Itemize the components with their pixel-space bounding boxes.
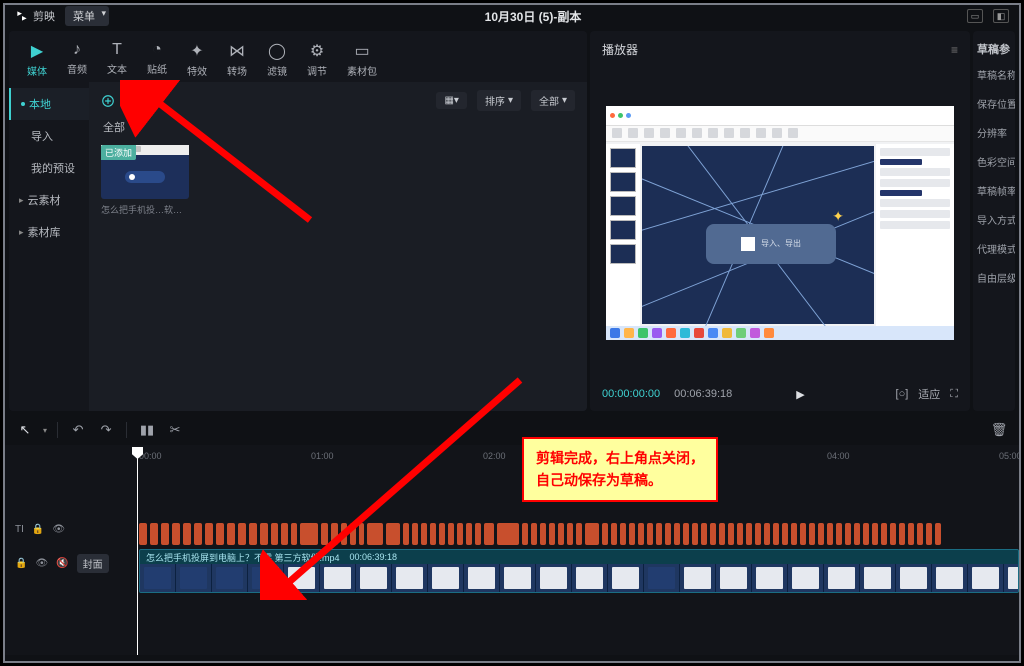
preview-screen: 导入、导出 ✦ [606, 106, 954, 340]
project-title: 10月30日 (5)-副本 [109, 8, 957, 25]
layout-a-icon[interactable]: ▭ [967, 9, 983, 23]
timeline-ruler[interactable]: 00:0001:0002:0003:0004:0005:00 [5, 445, 1019, 469]
cover-button[interactable]: 封面 [77, 554, 109, 573]
eye-icon[interactable]: 👁 [52, 524, 65, 535]
player-title: 播放器 [602, 41, 638, 58]
fullscreen-icon[interactable]: ⛶ [950, 388, 958, 401]
mute-icon[interactable]: 🔇 [56, 558, 68, 569]
sidenav-item[interactable]: ▸素材库 [9, 216, 89, 248]
tab-4[interactable]: ✦特效 [177, 37, 217, 82]
fit-button[interactable]: 适应 [918, 386, 940, 402]
thumbnail-caption: 怎么把手机投…软件.mp4 [101, 203, 189, 216]
current-time: 00:00:00:00 [602, 388, 660, 400]
eye-icon[interactable]: 👁 [35, 558, 48, 569]
audio-track[interactable] [133, 523, 1019, 545]
undo-button[interactable]: ↶ [68, 420, 88, 440]
trash-button[interactable]: 🗑 [989, 420, 1009, 440]
ratio-icon[interactable]: [○] [896, 388, 909, 400]
media-thumbnail[interactable]: 已添加 怎么把手机投…软件.mp4 [101, 145, 189, 216]
video-clip[interactable]: 怎么把手机投屏到电脑上？不需 第三方软件.mp400:06:39:18 [139, 549, 1019, 593]
tab-7[interactable]: ⚙调节 [297, 37, 337, 82]
pointer-tool[interactable]: ↖ [15, 420, 35, 440]
redo-button[interactable]: ↷ [96, 420, 116, 440]
player-menu-icon[interactable]: ≡ [951, 43, 958, 57]
tab-3[interactable]: ◔贴纸 [137, 37, 177, 82]
tab-5[interactable]: ⋈转场 [217, 37, 257, 82]
tab-2[interactable]: T文本 [97, 37, 137, 82]
filter-all-button[interactable]: 全部 ▾ [531, 90, 575, 111]
main-menu-button[interactable]: 菜单 [65, 6, 109, 26]
props-title: 草稿参 [977, 41, 1011, 57]
added-badge: 已添加 [101, 145, 136, 160]
app-logo: 剪映 [5, 8, 65, 24]
sidenav-item[interactable]: 我的预设 [9, 152, 89, 184]
tab-8[interactable]: ▭素材包 [337, 37, 387, 82]
import-button[interactable]: 导入 [101, 93, 143, 109]
delete-tool[interactable]: ✂ [165, 420, 185, 440]
view-mode-button[interactable]: ▦▾ [436, 92, 466, 109]
playhead[interactable] [137, 447, 138, 655]
sidenav-item[interactable]: ▸云素材 [9, 184, 89, 216]
sidenav-item[interactable]: 导入 [9, 120, 89, 152]
tab-6[interactable]: ◯滤镜 [257, 37, 297, 82]
tab-1[interactable]: ♪音频 [57, 37, 97, 82]
tab-0[interactable]: ▶媒体 [17, 37, 57, 82]
sort-button[interactable]: 排序 ▾ [477, 90, 521, 111]
play-button[interactable]: ▶ [796, 388, 804, 401]
lock-icon[interactable]: 🔒 [32, 524, 44, 535]
category-label: 全部 [89, 119, 587, 141]
annotation-note: 剪辑完成，右上角点关闭， 自己动保存为草稿。 [522, 437, 718, 502]
total-duration: 00:06:39:18 [674, 388, 732, 400]
sidenav-item[interactable]: 本地 [9, 88, 89, 120]
split-tool[interactable]: ▮▮ [137, 420, 157, 440]
layout-b-icon[interactable]: ◧ [993, 9, 1009, 23]
lock-icon[interactable]: 🔒 [15, 558, 27, 569]
